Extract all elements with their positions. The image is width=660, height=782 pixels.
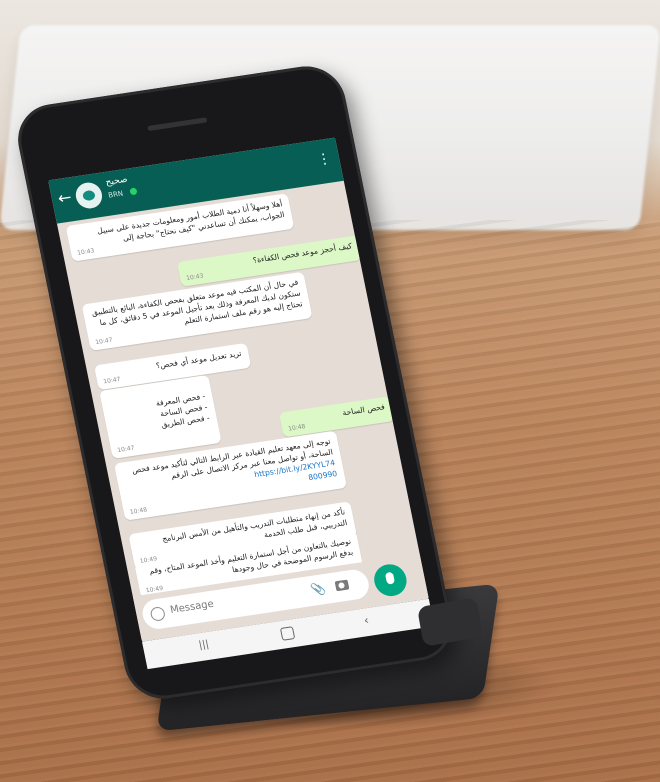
contact-status: BRN bbox=[107, 189, 124, 200]
message-time: 10:48 bbox=[287, 423, 307, 433]
attach-icon[interactable]: 📎 bbox=[309, 581, 327, 597]
message-time: 10:47 bbox=[94, 336, 114, 347]
recent-apps-icon[interactable]: ||| bbox=[198, 639, 210, 651]
message-time: 10:48 bbox=[129, 506, 148, 516]
home-icon[interactable] bbox=[279, 626, 296, 641]
message-incoming: - فحص المعرفة - فحص الساحة - فحص الطريق … bbox=[99, 374, 222, 459]
camera-icon[interactable] bbox=[334, 579, 350, 592]
contact-avatar[interactable] bbox=[73, 180, 105, 211]
mic-icon bbox=[384, 571, 396, 585]
photo-scene: ← صحيح BRN ⋮ أهلا وسهلاً أنا دمية الطلاب… bbox=[0, 0, 660, 782]
message-placeholder[interactable]: Message bbox=[169, 599, 215, 616]
message-list[interactable]: أهلا وسهلاً أنا دمية الطلاب أمور ومعلوما… bbox=[57, 181, 420, 597]
message-time: 10:47 bbox=[116, 444, 136, 455]
contact-name[interactable]: صحيح bbox=[105, 175, 129, 188]
verified-icon bbox=[129, 187, 138, 196]
message-time: 10:47 bbox=[102, 375, 122, 386]
more-vert-icon[interactable]: ⋮ bbox=[316, 150, 333, 168]
message-time: 10:43 bbox=[185, 272, 205, 282]
message-text: كيف أحجز موعد فحص الكفاءة؟ bbox=[252, 241, 353, 265]
message-outgoing: فحص الساحة 10:48 bbox=[278, 396, 395, 438]
nav-back-icon[interactable]: ‹ bbox=[363, 613, 371, 627]
mic-button[interactable] bbox=[371, 562, 410, 599]
back-arrow-icon[interactable]: ← bbox=[56, 187, 73, 208]
message-text: - فحص المعرفة - فحص الساحة - فحص الطريق bbox=[155, 391, 211, 430]
earpiece-speaker bbox=[147, 117, 208, 132]
message-text: تريد تعديل موعد أي فحص؟ bbox=[155, 348, 243, 371]
message-text: فحص الساحة bbox=[341, 402, 386, 418]
message-time: 10:43 bbox=[76, 247, 96, 257]
emoji-icon[interactable] bbox=[149, 606, 167, 622]
message-text: في حال أن المكتب فيه موعد متعلق بفحص الك… bbox=[90, 277, 304, 328]
